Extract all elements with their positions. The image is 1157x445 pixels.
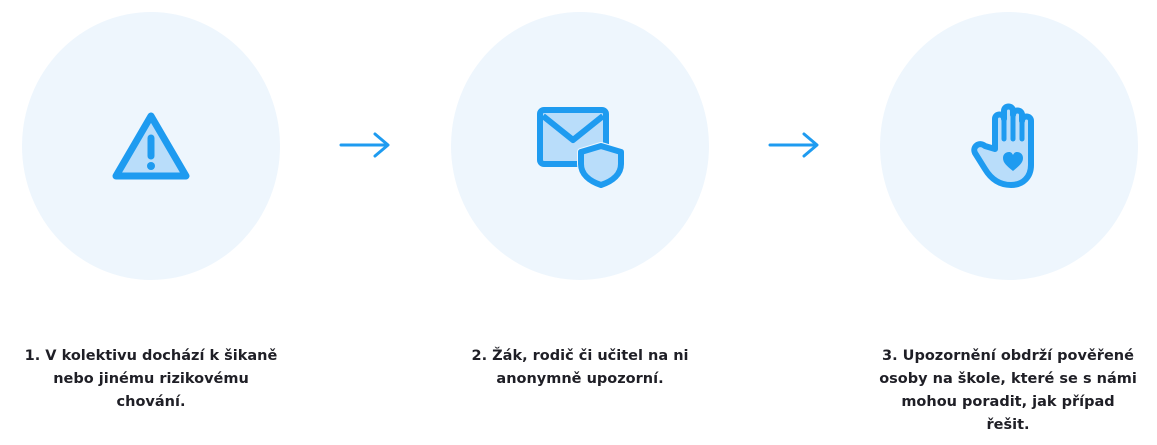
step-3-caption-line: osoby na škole, které se s námi (879, 371, 1137, 387)
process-steps: 1. V kolektivu dochází k šikaně nebo jin… (0, 0, 1157, 445)
step-3-caption-line: 3. Upozornění obdrží pověřené (882, 348, 1134, 364)
hand-heart-icon (971, 103, 1034, 188)
step-2-circle (451, 12, 709, 280)
arrow-right-icon (339, 132, 390, 158)
step-3-caption: 3. Upozornění obdrží pověřené osoby na š… (858, 345, 1157, 437)
step-2-caption-line: anonymně upozorní. (496, 371, 664, 387)
step-3-caption-line: řešit. (986, 417, 1030, 433)
step-1-circle (22, 12, 280, 280)
step-1-caption: 1. V kolektivu dochází k šikaně nebo jin… (1, 345, 301, 414)
step-1-caption-line: 1. V kolektivu dochází k šikaně (24, 348, 278, 364)
step-2-caption: 2. Žák, rodič či učitel na ni anonymně u… (430, 345, 730, 391)
step-1-caption-line: chování. (116, 394, 186, 410)
warning-icon (112, 112, 190, 180)
secure-mail-icon (537, 107, 625, 188)
step-2-caption-line: 2. Žák, rodič či učitel na ni (471, 348, 689, 364)
step-3-caption-line: mohou poradit, jak případ (901, 394, 1115, 410)
step-1-caption-line: nebo jinému rizikovému (53, 371, 249, 387)
arrow-right-icon (768, 132, 819, 158)
step-3-circle (880, 12, 1138, 280)
